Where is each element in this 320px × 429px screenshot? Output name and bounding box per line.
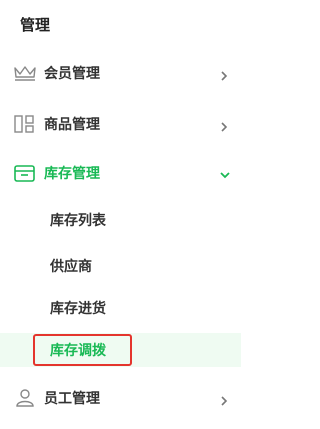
chevron-down-icon [219, 166, 231, 179]
box-icon [12, 163, 38, 183]
menu-item-members[interactable]: 会员管理 [0, 55, 241, 91]
menu-item-label: 库存管理 [44, 166, 100, 182]
grid-layout-icon [12, 114, 38, 134]
crown-icon [12, 63, 38, 83]
submenu-item-inventory-list[interactable]: 库存列表 [0, 203, 241, 237]
section-title: 管理 [20, 16, 51, 34]
submenu-item-label: 供应商 [50, 259, 92, 275]
chevron-right-icon [218, 392, 230, 406]
user-icon [12, 388, 38, 408]
menu-item-inventory[interactable]: 库存管理 [0, 155, 241, 191]
submenu-item-label: 库存进货 [50, 301, 106, 317]
chevron-right-icon [218, 118, 230, 132]
submenu-item-stock-purchase[interactable]: 库存进货 [0, 291, 241, 325]
menu-item-products[interactable]: 商品管理 [0, 106, 241, 142]
chevron-right-icon [218, 67, 230, 81]
menu-item-label: 会员管理 [44, 66, 100, 82]
menu-item-label: 员工管理 [44, 391, 100, 407]
highlight-box [33, 334, 132, 366]
submenu-item-suppliers[interactable]: 供应商 [0, 249, 241, 283]
submenu-item-label: 库存列表 [50, 213, 106, 229]
menu-item-label: 商品管理 [44, 117, 100, 133]
menu-item-staff[interactable]: 员工管理 [0, 380, 241, 416]
